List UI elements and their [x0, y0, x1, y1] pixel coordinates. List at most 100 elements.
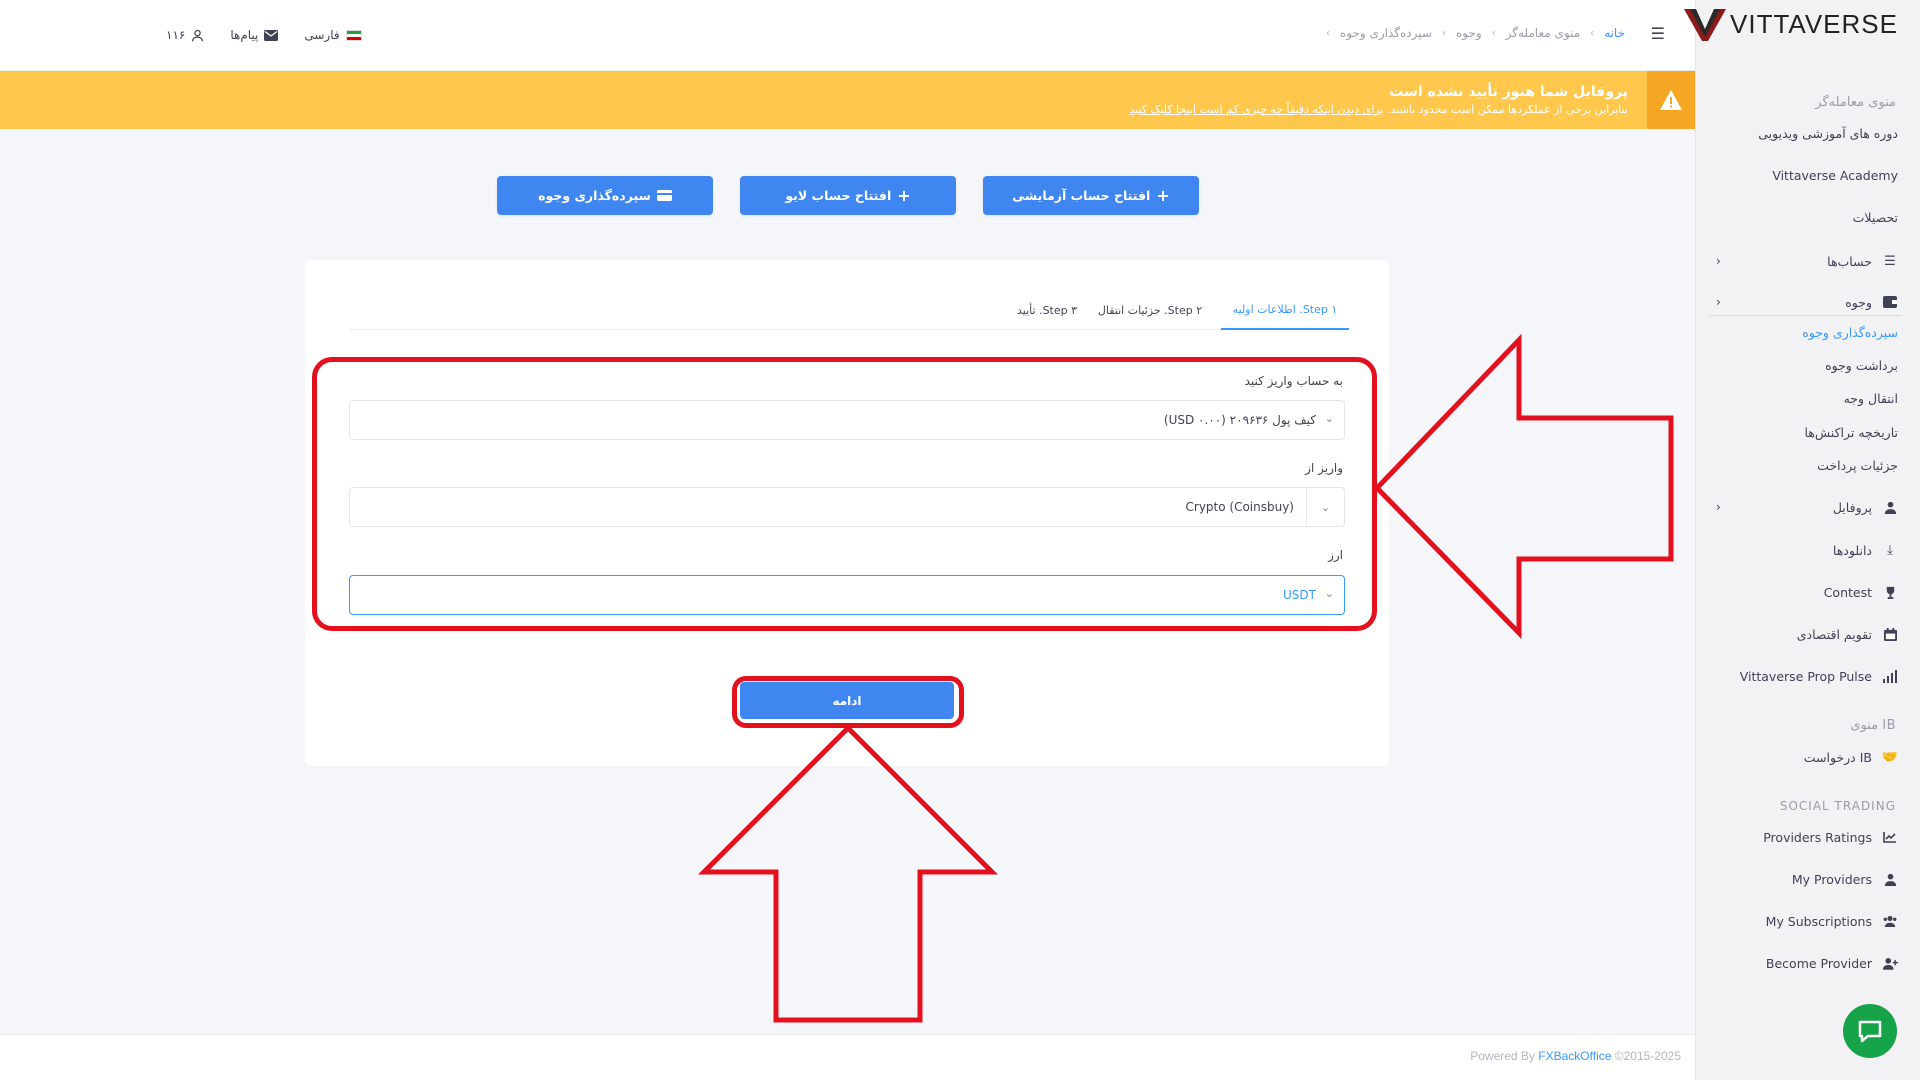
breadcrumb-home[interactable]: خانه	[1604, 26, 1625, 40]
sidebar-item-accounts[interactable]: ☰ حساب‌ها ›	[1708, 251, 1898, 271]
breadcrumb-trader-menu[interactable]: منوی معامله‌گر	[1506, 26, 1581, 40]
sidebar-item-prop-pulse[interactable]: Vittaverse Prop Pulse	[1708, 666, 1898, 686]
sidebar-item-label: دوره های آموزشی ویدیویی	[1758, 125, 1898, 141]
messages-link[interactable]: پیام‌ها	[230, 28, 279, 42]
sidebar-item-providers-ratings[interactable]: Providers Ratings	[1708, 827, 1898, 847]
deposit-from-label: واریز از	[1305, 461, 1343, 475]
sidebar-item-label: My Providers	[1791, 871, 1872, 887]
users-icon	[1882, 913, 1898, 929]
chart-line-icon	[1882, 829, 1898, 845]
sidebar-item-become-provider[interactable]: Become Provider	[1708, 953, 1898, 973]
open-demo-account-label: افتتاح حساب آزمایشی	[1012, 188, 1151, 203]
sidebar-item-payment-details[interactable]: جزئیات پرداخت	[1708, 455, 1898, 475]
sidebar-item-label: پروفایل	[1832, 499, 1872, 515]
breadcrumb-separator: ‹	[1491, 27, 1496, 39]
sidebar-item-label: وجوه	[1845, 294, 1872, 310]
account-select-value: کیف پول ۲۰۹۶۳۶ (USD ۰.۰۰)	[1163, 413, 1316, 427]
currency-label: ارز	[1328, 548, 1343, 562]
open-demo-account-button[interactable]: + افتتاح حساب آزمایشی	[983, 176, 1199, 215]
open-live-account-label: افتتاح حساب لایو	[785, 188, 892, 203]
sidebar-item-education[interactable]: تحصیلات	[1708, 207, 1898, 227]
alert-icon-box	[1647, 71, 1695, 129]
deposit-from-value: Crypto (Coinsbuy)	[1185, 500, 1295, 514]
chevron-down-icon: ⌄	[1324, 412, 1334, 425]
user-icon	[1882, 499, 1898, 515]
vittaverse-logo-icon	[1684, 9, 1727, 41]
user-menu[interactable]: ۱۱۶	[166, 28, 204, 42]
sidebar-item-contest[interactable]: Contest	[1708, 582, 1898, 602]
chevron-right-icon: ›	[1716, 295, 1721, 309]
sidebar-item-label: Providers Ratings	[1763, 829, 1872, 845]
sidebar-item-label: Vittaverse Prop Pulse	[1739, 668, 1872, 684]
user-name-box[interactable]	[20, 22, 140, 48]
vittaverse-logo[interactable]: VITTAVERSE	[1684, 4, 1898, 44]
sidebar-item-profile[interactable]: پروفایل ›	[1708, 497, 1898, 517]
breadcrumb-funds[interactable]: وجوه	[1456, 26, 1482, 40]
sidebar-item-label: دانلودها	[1832, 542, 1872, 558]
chevron-down-icon: ⌄	[1324, 587, 1334, 600]
sidebar-item-label: سپرده‌گذاری وجوه	[1802, 324, 1898, 340]
sidebar-item-academy[interactable]: Vittaverse Academy	[1708, 165, 1898, 185]
left-pointing-arrow-icon	[1373, 333, 1674, 640]
language-switch[interactable]: فارسی	[304, 28, 362, 42]
sidebar-item-my-subscriptions[interactable]: My Subscriptions	[1708, 911, 1898, 931]
plus-icon: +	[1156, 186, 1170, 205]
top-bar: ☰ خانه ‹ منوی معامله‌گر ‹ وجوه ‹ سپرده‌گ…	[0, 0, 1695, 71]
open-live-account-button[interactable]: + افتتاح حساب لایو	[740, 176, 956, 215]
messages-label: پیام‌ها	[230, 28, 259, 42]
chat-bubble-icon	[1858, 1020, 1882, 1043]
footer-powered: Powered By	[1470, 1049, 1535, 1063]
sidebar-item-funds[interactable]: وجوه ›	[1708, 292, 1898, 312]
sidebar-item-label: تقویم اقتصادی	[1796, 626, 1872, 642]
sidebar-item-economic-calendar[interactable]: تقویم اقتصادی	[1708, 624, 1898, 644]
sidebar-item-withdraw[interactable]: برداشت وجوه	[1708, 355, 1898, 375]
language-label: فارسی	[304, 28, 340, 42]
sidebar-item-deposit[interactable]: سپرده‌گذاری وجوه	[1708, 322, 1898, 342]
wallet-icon	[1882, 294, 1898, 310]
credit-card-icon	[656, 190, 672, 201]
step-tabs: Step ۱. اطلاعات اولیه Step ۲. جزئیات انت…	[349, 290, 1349, 330]
iran-flag-icon	[345, 29, 362, 41]
up-pointing-arrow-icon	[697, 724, 999, 1023]
continue-button[interactable]: ادامه	[740, 682, 954, 719]
sidebar-item-label: تحصیلات	[1852, 209, 1898, 225]
sidebar-item-downloads[interactable]: ⤓ دانلودها	[1708, 540, 1898, 560]
currency-select[interactable]: ⌄ USDT	[349, 575, 1345, 615]
alert-title: پروفایل شما هنوز تأیید نشده است	[1389, 84, 1628, 100]
deposit-funds-button[interactable]: سپرده‌گذاری وجوه	[497, 176, 713, 215]
plus-icon: +	[897, 186, 911, 205]
envelope-icon	[264, 29, 279, 41]
sidebar-item-transfer[interactable]: انتقال وجه	[1708, 388, 1898, 408]
sidebar-item-my-providers[interactable]: My Providers	[1708, 869, 1898, 889]
account-select[interactable]: ⌄ کیف پول ۲۰۹۶۳۶ (USD ۰.۰۰)	[349, 400, 1345, 440]
alert-details-link[interactable]: برای دیدن اینکه دقیقاً چه چیزی کم است ای…	[1129, 103, 1383, 116]
brand-name: VITTAVERSE	[1730, 8, 1898, 39]
user-icon	[192, 29, 204, 41]
tab-step-3[interactable]: Step ۳. تأیید	[1007, 290, 1087, 330]
footer-copyright: ©2015-2025	[1614, 1049, 1681, 1063]
breadcrumb-separator: ‹	[1441, 27, 1446, 39]
sidebar-item-label: Contest	[1823, 584, 1872, 600]
sidebar-item-label: Vittaverse Academy	[1772, 167, 1898, 183]
trophy-icon	[1882, 584, 1898, 600]
sidebar-item-transaction-history[interactable]: تاریخچه تراکنش‌ها	[1708, 422, 1898, 442]
social-trading-heading: SOCIAL TRADING	[1779, 799, 1896, 813]
user-tie-icon	[1882, 871, 1898, 887]
sidebar-item-ib-request[interactable]: 🤝 درخواست IB	[1708, 747, 1898, 767]
topbar-tools: ۱۱۶ پیام‌ها فارسی	[20, 22, 362, 48]
alert-subtitle-text: بنابراین برخی از عملکردها ممکن است محدود…	[1386, 103, 1628, 116]
deposit-from-select[interactable]: ⌄ Crypto (Coinsbuy)	[349, 487, 1345, 527]
live-chat-button[interactable]	[1843, 1004, 1897, 1058]
list-icon: ☰	[1884, 253, 1896, 269]
sidebar-item-label: جزئیات پرداخت	[1817, 457, 1898, 473]
footer-brand-link[interactable]: FXBackOffice	[1538, 1049, 1611, 1063]
footer: Powered By FXBackOffice ©2015-2025	[0, 1034, 1695, 1080]
signal-bars-icon	[1882, 668, 1898, 684]
sidebar-item-label: تاریخچه تراکنش‌ها	[1804, 424, 1898, 440]
sidebar-item-label: درخواست IB	[1803, 749, 1872, 765]
sidebar-item-video-courses[interactable]: دوره های آموزشی ویدیویی	[1708, 123, 1898, 143]
tab-step-2[interactable]: Step ۲. جزئیات انتقال	[1091, 290, 1209, 330]
chevron-right-icon: ›	[1716, 500, 1721, 514]
tab-step-1[interactable]: Step ۱. اطلاعات اولیه	[1221, 290, 1349, 330]
hamburger-menu-icon[interactable]: ☰	[1651, 24, 1665, 43]
